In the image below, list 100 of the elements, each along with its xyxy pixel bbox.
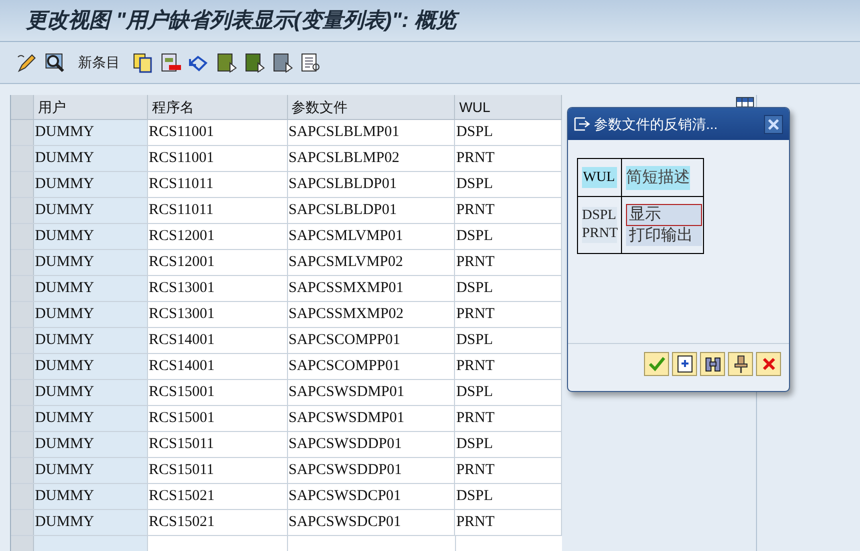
table-cell: DSPL: [455, 432, 562, 457]
binoculars-icon: [704, 356, 722, 372]
table-cell: PRNT: [455, 354, 562, 379]
cancel-button[interactable]: [756, 352, 781, 376]
table-cell: RCS14001: [148, 354, 288, 379]
table-cell: DUMMY: [34, 250, 148, 275]
document-arrow-icon[interactable]: [244, 52, 266, 72]
table-cell: RCS13001: [148, 276, 288, 301]
value-code[interactable]: DSPL: [582, 207, 617, 225]
table-cell: RCS15001: [148, 380, 288, 405]
magnifier-icon[interactable]: [44, 52, 66, 72]
value-description[interactable]: 显示: [626, 204, 702, 226]
dialog-title: 参数文件的反销清...: [594, 114, 719, 134]
table-cell: DSPL: [455, 276, 562, 301]
value-code[interactable]: PRNT: [582, 225, 617, 243]
table-cell: DUMMY: [34, 146, 148, 171]
table-cell: DUMMY: [34, 328, 148, 353]
table-cell: PRNT: [455, 510, 562, 535]
close-button[interactable]: [764, 114, 783, 134]
table-cell: RCS11011: [148, 198, 288, 223]
table-cell: DUMMY: [34, 432, 148, 457]
table-cell: PRNT: [455, 458, 562, 483]
table-cell: RCS12001: [148, 224, 288, 249]
row-selector[interactable]: [11, 458, 34, 483]
table-cell: DSPL: [455, 172, 562, 197]
check-icon: [648, 356, 666, 372]
row-selector[interactable]: [11, 250, 34, 275]
table-cell: RCS15011: [148, 458, 288, 483]
new-entries-button[interactable]: 新条目: [72, 52, 126, 73]
table-cell: PRNT: [455, 146, 562, 171]
column-header[interactable]: 参数文件: [288, 95, 456, 119]
table-cell: DUMMY: [34, 172, 148, 197]
table-cell: RCS11011: [148, 172, 288, 197]
table-cell: SAPCSLBLMP02: [288, 146, 456, 171]
column-header[interactable]: 用户: [34, 95, 148, 119]
table-cell: SAPCSWSDMP01: [288, 406, 456, 431]
cross-icon: [762, 356, 776, 370]
row-selector[interactable]: [11, 302, 34, 327]
row-selector[interactable]: [11, 406, 34, 431]
pencil-icon[interactable]: [16, 52, 38, 72]
table-cell: PRNT: [455, 406, 562, 431]
value-description[interactable]: 打印输出: [626, 226, 702, 246]
binoculars-button[interactable]: [700, 352, 725, 376]
table-cell: SAPCSSMXMP02: [288, 302, 456, 327]
row-selector[interactable]: [11, 484, 34, 509]
document-plus-icon: [676, 354, 694, 372]
column-header[interactable]: 程序名: [148, 95, 288, 119]
row-selector[interactable]: [11, 146, 34, 171]
table-cell: SAPCSWSDDP01: [288, 432, 456, 457]
row-selector[interactable]: [11, 328, 34, 353]
row-selector[interactable]: [11, 510, 34, 535]
document-arrow-icon[interactable]: [216, 52, 238, 72]
table-cell: SAPCSCOMPP01: [288, 328, 456, 353]
table-cell: RCS13001: [148, 302, 288, 327]
table-cell: DUMMY: [34, 458, 148, 483]
select-all-button[interactable]: [11, 95, 34, 119]
table-cell: RCS12001: [148, 250, 288, 275]
table-cell: DUMMY: [34, 224, 148, 249]
table-cell: DUMMY: [34, 380, 148, 405]
table-cell: PRNT: [455, 198, 562, 223]
table-cell: RCS11001: [148, 120, 288, 145]
table-cell: RCS15011: [148, 432, 288, 457]
column-header[interactable]: WUL: [455, 95, 562, 119]
table-cell: SAPCSWSDCP01: [288, 484, 456, 509]
row-selector[interactable]: [11, 354, 34, 379]
table-cell: DSPL: [455, 120, 562, 145]
row-selector[interactable]: [11, 380, 34, 405]
table-cell: DSPL: [455, 484, 562, 509]
row-selector[interactable]: [11, 224, 34, 249]
table-cell: SAPCSWSDMP01: [288, 380, 456, 405]
row-selector[interactable]: [11, 536, 34, 551]
table-cell: SAPCSMLVMP02: [288, 250, 456, 275]
window-icon: [574, 117, 590, 131]
table-cell: SAPCSLBLDP01: [288, 198, 456, 223]
document-icon[interactable]: [300, 52, 322, 72]
column-header: WUL: [582, 167, 617, 188]
table-cell: DUMMY: [34, 406, 148, 431]
table-cell: SAPCSSMXMP01: [288, 276, 456, 301]
row-selector[interactable]: [11, 120, 34, 145]
table-cell: DSPL: [455, 380, 562, 405]
table-cell: SAPCSCOMPP01: [288, 354, 456, 379]
table-cell: DSPL: [455, 328, 562, 353]
table-cell: RCS15021: [148, 484, 288, 509]
document-arrow-icon[interactable]: [272, 52, 294, 72]
table-cell: DUMMY: [34, 510, 148, 535]
table-cell: RCS11001: [148, 146, 288, 171]
table-cell: PRNT: [455, 250, 562, 275]
table-cell: SAPCSWSDCP01: [288, 510, 456, 535]
delete-row-icon[interactable]: [160, 52, 182, 72]
row-selector[interactable]: [11, 276, 34, 301]
table-cell: SAPCSMLVMP01: [288, 224, 456, 249]
table-cell: DUMMY: [34, 354, 148, 379]
row-selector[interactable]: [11, 198, 34, 223]
copy-icon[interactable]: [132, 52, 154, 72]
new-entry-button[interactable]: [672, 352, 697, 376]
table-cell: SAPCSWSDDP01: [288, 458, 456, 483]
table-cell: SAPCSLBLMP01: [288, 120, 456, 145]
row-selector[interactable]: [11, 432, 34, 457]
pin-button[interactable]: [728, 352, 753, 376]
row-selector[interactable]: [11, 172, 34, 197]
